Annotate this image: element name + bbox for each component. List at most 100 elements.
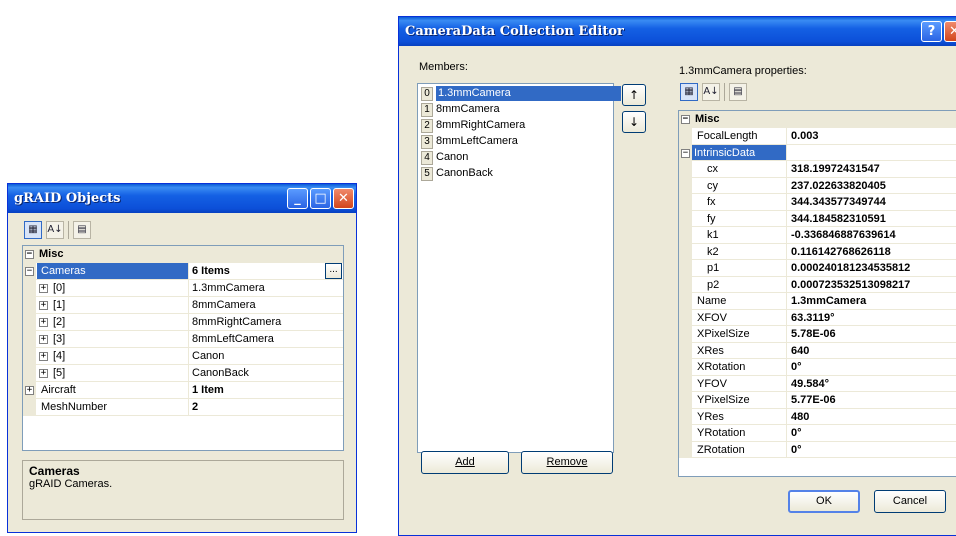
- collapse-icon[interactable]: −: [681, 148, 690, 158]
- properties-label: 1.3mmCamera properties:: [679, 65, 807, 77]
- close-button[interactable]: ✕: [333, 188, 354, 209]
- property-row[interactable]: XPixelSize 5.78E-06: [679, 326, 956, 343]
- ellipsis-button[interactable]: ...: [325, 263, 342, 279]
- property-row[interactable]: XRotation 0°: [679, 359, 956, 376]
- property-name: [2]: [23, 314, 189, 330]
- property-value: 1.3mmCamera: [192, 282, 265, 294]
- property-row-item-4[interactable]: + [4] Canon: [23, 348, 343, 365]
- property-row[interactable]: fx 344.343577349744: [679, 194, 956, 211]
- window-title: gRAID Objects: [14, 191, 121, 206]
- property-name: YFOV: [679, 375, 787, 391]
- maximize-button[interactable]: □: [310, 188, 331, 209]
- property-value: 0.000240181234535812: [791, 262, 911, 274]
- property-row[interactable]: k1 -0.336846887639614: [679, 227, 956, 244]
- property-name: p2: [679, 276, 787, 292]
- property-row[interactable]: p1 0.000240181234535812: [679, 260, 956, 277]
- property-value: 1.3mmCamera: [791, 295, 867, 307]
- categorized-icon[interactable]: ▦: [24, 221, 42, 239]
- property-value: 237.022633820405: [791, 179, 886, 192]
- description-panel: Cameras gRAID Cameras.: [22, 460, 344, 520]
- property-row[interactable]: cy 237.022633820405: [679, 177, 956, 194]
- property-row[interactable]: Name 1.3mmCamera: [679, 293, 956, 310]
- list-item[interactable]: 3 8mmLeftCamera: [421, 134, 610, 149]
- collection-editor-window: CameraData Collection Editor ? ✕ Members…: [398, 16, 956, 536]
- property-value: 1 Item: [192, 384, 224, 396]
- help-button[interactable]: ?: [921, 21, 942, 42]
- list-item-index: 3: [421, 135, 433, 149]
- property-value: 5.78E-06: [791, 328, 836, 340]
- description-title: Cameras: [29, 464, 80, 478]
- property-row[interactable]: XFOV 63.3119°: [679, 309, 956, 326]
- alphabetical-sort-icon[interactable]: A↓: [46, 221, 64, 239]
- list-item[interactable]: 5 CanonBack: [421, 166, 610, 181]
- property-row-item-5[interactable]: + [5] CanonBack: [23, 365, 343, 382]
- list-item[interactable]: 2 8mmRightCamera: [421, 118, 610, 133]
- property-row[interactable]: fy 344.184582310591: [679, 210, 956, 227]
- property-row[interactable]: YRes 480: [679, 408, 956, 425]
- property-pages-icon[interactable]: ▤: [729, 83, 747, 101]
- property-row-meshnumber[interactable]: MeshNumber 2: [23, 399, 343, 416]
- property-row[interactable]: ZRotation 0°: [679, 441, 956, 458]
- property-name: Name: [679, 293, 787, 309]
- add-button[interactable]: Add: [421, 451, 509, 474]
- property-row[interactable]: YPixelSize 5.77E-06: [679, 392, 956, 409]
- list-item[interactable]: 0 1.3mmCamera: [421, 86, 621, 101]
- list-item-index: 0: [421, 87, 433, 101]
- property-row-item-1[interactable]: + [1] 8mmCamera: [23, 297, 343, 314]
- property-name: YPixelSize: [679, 392, 787, 408]
- move-down-button[interactable]: ↓: [622, 111, 646, 133]
- members-list: 0 1.3mmCamera 1 8mmCamera 2 8mmRightCamera …: [417, 83, 621, 453]
- toolbar-separator: [68, 221, 69, 239]
- properties-grid: − Misc FocalLength 0.003 − IntrinsicData cx 3…: [678, 110, 956, 477]
- ok-button[interactable]: OK: [788, 490, 860, 513]
- list-item[interactable]: 4 Canon: [421, 150, 610, 165]
- property-value: 318.19972431547: [791, 163, 880, 175]
- property-value: 8mmRightCamera: [192, 316, 282, 328]
- property-row[interactable]: XRes 640: [679, 342, 956, 359]
- property-value: 0°: [791, 361, 802, 373]
- property-name: cx: [679, 161, 787, 177]
- property-value: 5.77E-06: [791, 394, 836, 406]
- property-name: p1: [679, 260, 787, 276]
- property-row-item-2[interactable]: + [2] 8mmRightCamera: [23, 314, 343, 331]
- property-pages-icon[interactable]: ▤: [73, 221, 91, 239]
- property-value: 8mmLeftCamera: [192, 333, 274, 345]
- categorized-icon[interactable]: ▦: [680, 83, 698, 101]
- list-item-label: 8mmRightCamera: [436, 119, 526, 131]
- property-row-item-3[interactable]: + [3] 8mmLeftCamera: [23, 331, 343, 348]
- move-up-button[interactable]: ↑: [622, 84, 646, 106]
- property-row[interactable]: k2 0.116142768626118: [679, 243, 956, 260]
- property-name: k2: [679, 243, 787, 259]
- close-button[interactable]: ✕: [944, 21, 956, 42]
- property-row[interactable]: FocalLength 0.003: [679, 128, 956, 145]
- property-row[interactable]: YRotation 0°: [679, 425, 956, 442]
- property-row[interactable]: p2 0.000723532513098217: [679, 276, 956, 293]
- list-item-label: 8mmCamera: [436, 103, 500, 115]
- graid-objects-window: gRAID Objects _ □ ✕ ▦ A↓ ▤ − Misc − Came…: [7, 183, 357, 533]
- minimize-button[interactable]: _: [287, 188, 308, 209]
- property-value: 0°: [791, 443, 802, 456]
- cancel-button[interactable]: Cancel: [874, 490, 946, 513]
- category-row[interactable]: − Misc: [23, 246, 343, 263]
- alphabetical-sort-icon[interactable]: A↓: [702, 83, 720, 101]
- property-row[interactable]: YFOV 49.584°: [679, 375, 956, 392]
- property-toolbar: ▦ A↓ ▤: [680, 83, 747, 101]
- property-name: YRes: [679, 408, 787, 424]
- collapse-icon[interactable]: −: [25, 267, 34, 276]
- property-name: [5]: [23, 365, 189, 381]
- property-value: 49.584°: [791, 377, 830, 390]
- category-row[interactable]: − Misc: [679, 111, 956, 128]
- window-title: CameraData Collection Editor: [405, 24, 624, 39]
- property-name: XFOV: [679, 309, 787, 325]
- property-row-cameras[interactable]: − Cameras 6 Items ...: [23, 263, 343, 280]
- remove-button[interactable]: Remove: [521, 451, 613, 474]
- property-row-aircraft[interactable]: + Aircraft 1 Item: [23, 382, 343, 399]
- editor-titlebar[interactable]: CameraData Collection Editor: [399, 17, 956, 46]
- list-item-index: 2: [421, 119, 433, 133]
- property-row-item-0[interactable]: + [0] 1.3mmCamera: [23, 280, 343, 297]
- list-item[interactable]: 1 8mmCamera: [421, 102, 610, 117]
- property-name: XRes: [679, 342, 787, 358]
- property-row[interactable]: cx 318.19972431547: [679, 161, 956, 178]
- property-name: [4]: [23, 348, 189, 364]
- property-row[interactable]: − IntrinsicData: [679, 144, 956, 161]
